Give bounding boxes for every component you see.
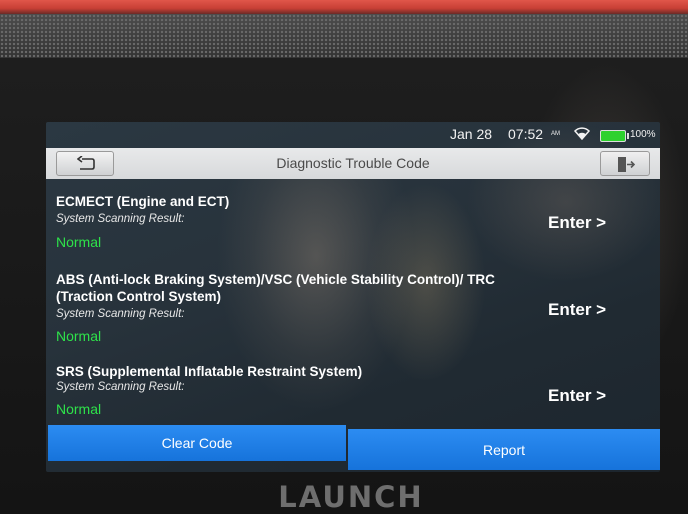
scan-result-label: System Scanning Result: xyxy=(56,213,185,225)
scan-result-label: System Scanning Result: xyxy=(56,308,185,320)
report-button[interactable]: Report xyxy=(348,429,660,470)
scan-result-status: Normal xyxy=(56,234,102,250)
exit-door-icon xyxy=(618,157,635,172)
enter-button[interactable]: Enter > xyxy=(548,213,628,233)
system-name: ABS (Anti-lock Braking System)/VSC (Vehi… xyxy=(56,272,495,304)
status-ampm: AM xyxy=(551,131,560,137)
status-battery: 100% xyxy=(630,129,656,140)
enter-button[interactable]: Enter > xyxy=(548,300,628,320)
exit-button[interactable] xyxy=(600,151,650,176)
status-time: 07:52 xyxy=(508,126,544,142)
scan-result-status: Normal xyxy=(56,328,102,344)
page-title: Diagnostic Trouble Code xyxy=(276,155,430,171)
system-name: SRS (Supplemental Inflatable Restraint S… xyxy=(56,364,363,379)
system-name: ECMECT (Engine and ECT) xyxy=(56,194,230,209)
title-bar: Diagnostic Trouble Code xyxy=(46,148,660,179)
wifi-icon xyxy=(573,127,591,141)
enter-button[interactable]: Enter > xyxy=(548,386,628,406)
screen: Jan 28 07:52 AM 100% Diagnostic Trouble … xyxy=(46,122,660,472)
device-photo: Jan 28 07:52 AM 100% Diagnostic Trouble … xyxy=(0,0,688,514)
footer-toolbar: Clear Code Report xyxy=(48,425,660,472)
scan-result-label: System Scanning Result: xyxy=(56,381,185,393)
status-date: Jan 28 xyxy=(450,126,493,142)
device-case-edge xyxy=(0,0,688,14)
status-bar: Jan 28 07:52 AM 100% xyxy=(46,122,660,144)
brand-logo: LAUNCH xyxy=(278,480,424,514)
clear-code-button[interactable]: Clear Code xyxy=(48,425,346,461)
battery-icon xyxy=(600,130,629,142)
scan-result-status: Normal xyxy=(56,401,102,417)
speaker-grille xyxy=(0,14,688,58)
